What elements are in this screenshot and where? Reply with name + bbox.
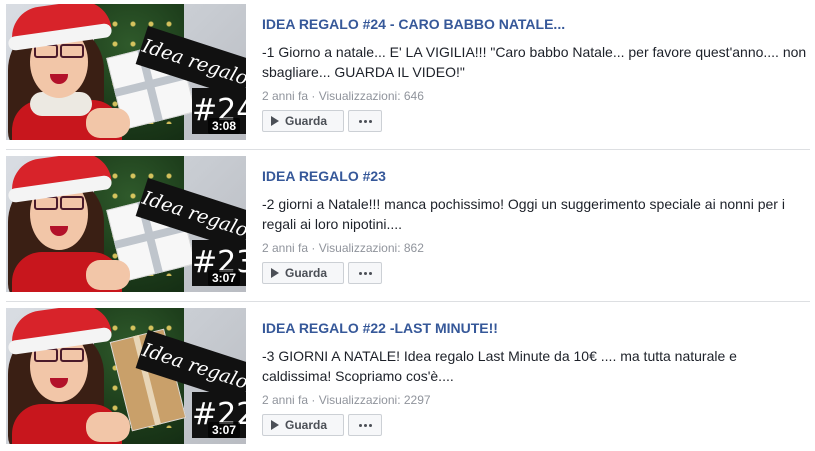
video-item: Idea regalo #23 3:07 IDEA REGALO #23 -2 …: [0, 156, 815, 292]
video-actions: Guarda: [262, 414, 810, 436]
video-meta: 2 anni fa · Visualizzazioni: 862: [262, 241, 424, 255]
video-info: IDEA REGALO #24 - CARO BABBO NATALE... -…: [262, 4, 810, 132]
more-dots-icon: [358, 271, 372, 275]
hand-image: [86, 260, 130, 290]
video-item: Idea regalo #22 3:07 IDEA REGALO #22 -LA…: [0, 308, 815, 444]
video-description: -3 GIORNI A NATALE! Idea regalo Last Min…: [262, 348, 737, 384]
video-duration: 3:07: [207, 270, 240, 286]
watch-button[interactable]: Guarda: [262, 110, 344, 132]
play-icon: [271, 116, 279, 126]
video-duration: 3:07: [207, 422, 240, 438]
more-options-button[interactable]: [348, 110, 382, 132]
more-options-button[interactable]: [348, 262, 382, 284]
video-info: IDEA REGALO #22 -LAST MINUTE!! -3 GIORNI…: [262, 308, 810, 436]
video-thumbnail[interactable]: Idea regalo #24 3:08: [6, 4, 246, 140]
hand-image: [86, 412, 130, 442]
more-options-button[interactable]: [348, 414, 382, 436]
watch-button[interactable]: Guarda: [262, 262, 344, 284]
more-dots-icon: [358, 119, 372, 123]
video-thumbnail[interactable]: Idea regalo #22 3:07: [6, 308, 246, 444]
video-thumbnail[interactable]: Idea regalo #23 3:07: [6, 156, 246, 292]
video-meta: 2 anni fa · Visualizzazioni: 646: [262, 89, 424, 103]
video-title-link[interactable]: IDEA REGALO #22 -LAST MINUTE!!: [262, 319, 810, 337]
divider: [6, 149, 810, 150]
watch-button-label: Guarda: [285, 114, 328, 128]
video-actions: Guarda: [262, 110, 810, 132]
hand-image: [86, 108, 130, 138]
more-dots-icon: [358, 423, 372, 427]
watch-button-label: Guarda: [285, 266, 328, 280]
video-meta: 2 anni fa · Visualizzazioni: 2297: [262, 393, 431, 407]
video-description: -1 Giorno a natale... E' LA VIGILIA!!! "…: [262, 44, 807, 80]
play-icon: [271, 268, 279, 278]
divider: [6, 301, 810, 302]
video-duration: 3:08: [207, 118, 240, 134]
watch-button-label: Guarda: [285, 418, 328, 432]
video-info: IDEA REGALO #23 -2 giorni a Natale!!! ma…: [262, 156, 810, 284]
video-description: -2 giorni a Natale!!! manca pochissimo! …: [262, 196, 785, 232]
video-title-link[interactable]: IDEA REGALO #24 - CARO BABBO NATALE...: [262, 15, 810, 33]
video-title-link[interactable]: IDEA REGALO #23: [262, 167, 810, 185]
video-item: Idea regalo #24 3:08 IDEA REGALO #24 - C…: [0, 4, 815, 140]
watch-button[interactable]: Guarda: [262, 414, 344, 436]
play-icon: [271, 420, 279, 430]
video-actions: Guarda: [262, 262, 810, 284]
